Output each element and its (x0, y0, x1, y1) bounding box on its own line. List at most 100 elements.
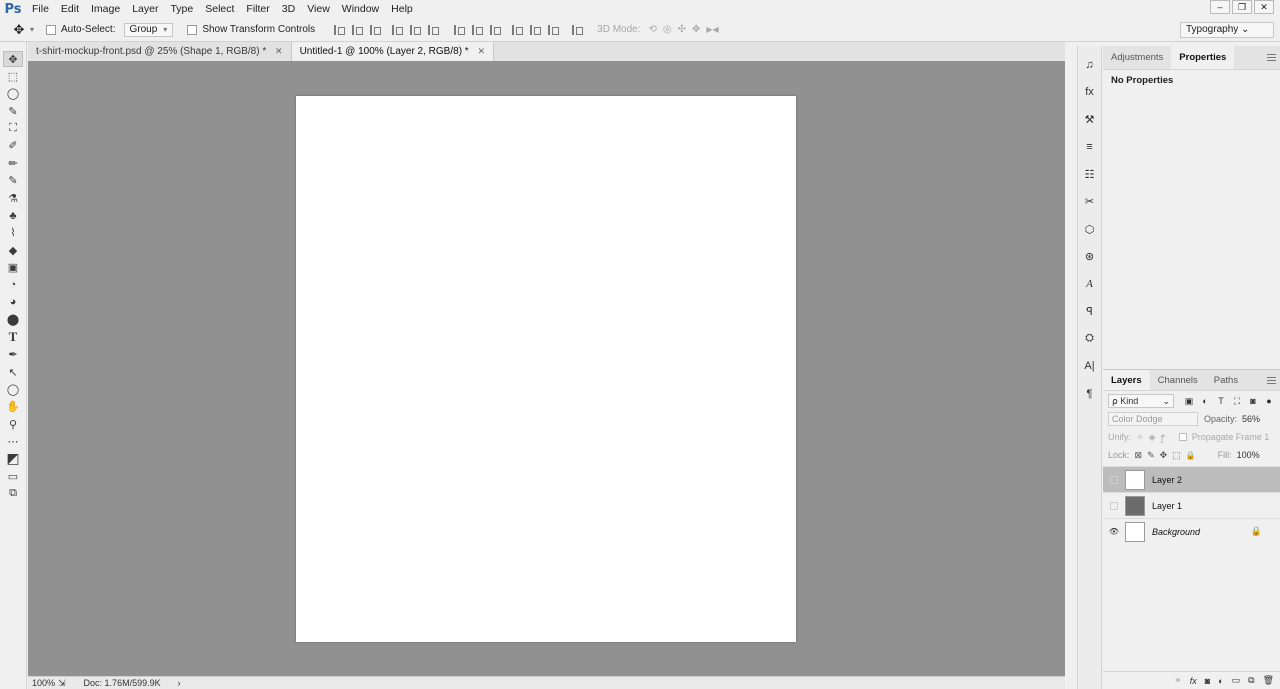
layer-row-layer-2[interactable]: Layer 2 (1103, 466, 1280, 492)
libraries-icon[interactable]: ⊛ (1080, 248, 1100, 266)
menu-layer[interactable]: Layer (126, 0, 164, 18)
hand-tool-icon[interactable]: ✋ (3, 399, 23, 415)
unify-style-icon[interactable]: ꝭ (1160, 431, 1164, 444)
pixel-filter-icon[interactable]: ▣ (1184, 396, 1194, 406)
toolbar-grip[interactable] (0, 42, 26, 50)
fill-value[interactable]: 100% (1237, 450, 1260, 460)
unify-position-icon[interactable]: ✧ (1136, 432, 1144, 443)
kind-filter-dropdown[interactable]: ⍴ Kind ⌄ (1108, 394, 1174, 408)
screen-mode-icon[interactable]: ⧉ (3, 486, 23, 502)
brush-tool-icon[interactable]: ✏ (3, 155, 23, 171)
glyphs-panel-icon[interactable]: ꟼ (1080, 303, 1100, 321)
clone-stamp-tool-icon[interactable]: ⌇ (3, 225, 23, 241)
new-adjustment-layer-icon[interactable]: ◐ (1218, 676, 1223, 686)
3d-slide-icon[interactable]: ✥ (692, 24, 700, 35)
3d-roll-icon[interactable]: ◎ (663, 24, 672, 35)
history-panel-icon[interactable]: ♫ (1080, 56, 1100, 74)
menu-filter[interactable]: Filter (240, 0, 275, 18)
restore-button[interactable]: ❐ (1232, 0, 1252, 14)
3d-scale-icon[interactable]: ▶◀ (706, 25, 718, 34)
character-panel-icon[interactable]: A (1080, 275, 1100, 293)
menu-window[interactable]: Window (336, 0, 385, 18)
status-menu-arrow[interactable]: › (178, 678, 181, 688)
menu-image[interactable]: Image (85, 0, 126, 18)
eyedropper-tool-icon[interactable]: ✐ (3, 138, 23, 154)
distribute-left-icon[interactable] (509, 23, 524, 37)
move-tool-icon[interactable]: ✥ (3, 51, 23, 67)
menu-file[interactable]: File (26, 0, 55, 18)
workspace-switcher[interactable]: Typography ⌄ (1180, 22, 1274, 38)
sponge-tool-icon[interactable]: ⬤ (3, 312, 23, 328)
distribute-right-icon[interactable] (545, 23, 560, 37)
layer-row-background[interactable]: 👁 Background 🔒 (1103, 518, 1280, 544)
type-tool-icon[interactable]: T (3, 329, 23, 345)
menu-edit[interactable]: Edit (55, 0, 85, 18)
marquee-tool-icon[interactable]: ⬚ (3, 68, 23, 84)
quick-mask-icon[interactable]: ▭ (3, 468, 23, 484)
opacity-value[interactable]: 56% (1242, 414, 1260, 424)
history-brush-tool-icon[interactable]: ♣ (3, 208, 23, 224)
blend-mode-dropdown[interactable]: Color Dodge (1108, 412, 1198, 426)
eraser-tool-icon[interactable]: ◆ (3, 242, 23, 258)
menu-3d[interactable]: 3D (276, 0, 301, 18)
dodge-tool-icon[interactable]: ◕ (3, 294, 23, 310)
lock-all-icon[interactable]: 🔒 (1186, 451, 1196, 460)
more-tools-icon[interactable]: ⋯ (3, 434, 23, 450)
close-icon[interactable]: ✕ (275, 46, 283, 56)
paragraph-panel-icon[interactable]: ¶ (1080, 385, 1100, 403)
menu-select[interactable]: Select (199, 0, 240, 18)
tab-layers[interactable]: Layers (1103, 370, 1150, 390)
visibility-toggle[interactable] (1103, 493, 1125, 519)
lock-position-icon[interactable]: ✥ (1160, 450, 1168, 461)
shape-filter-icon[interactable]: ⛶ (1232, 396, 1242, 406)
pencil-tool-icon[interactable]: ✎ (3, 173, 23, 189)
auto-align-icon[interactable] (569, 23, 584, 37)
minimize-button[interactable]: – (1210, 0, 1230, 14)
tab-adjustments[interactable]: Adjustments (1103, 46, 1171, 69)
smart-object-filter-icon[interactable]: ◙ (1248, 396, 1258, 406)
lock-image-icon[interactable]: ✎ (1147, 450, 1155, 461)
tab-channels[interactable]: Channels (1150, 370, 1206, 390)
distribute-hcenter-icon[interactable] (527, 23, 542, 37)
delete-layer-icon[interactable]: 🗑 (1263, 675, 1274, 686)
type-filter-icon[interactable]: T (1216, 396, 1226, 406)
unify-visibility-icon[interactable]: ◈ (1149, 432, 1156, 443)
move-tool-preset-dropdown-icon[interactable]: ▾ (30, 25, 34, 34)
adjustment-filter-icon[interactable]: ◐ (1200, 396, 1210, 406)
align-top-icon[interactable] (331, 23, 346, 37)
auto-select-checkbox[interactable] (46, 24, 57, 35)
align-left-icon[interactable] (389, 23, 404, 37)
blur-tool-icon[interactable]: ◔ (3, 277, 23, 293)
link-layers-icon[interactable]: ⚭ (1174, 675, 1182, 686)
brush-settings-icon[interactable]: ✂ (1080, 193, 1100, 211)
menu-type[interactable]: Type (164, 0, 199, 18)
move-tool-preset-icon[interactable]: ✥ (8, 22, 30, 38)
layer-style-icon[interactable]: fx (1190, 676, 1197, 686)
visibility-toggle[interactable]: 👁 (1103, 519, 1125, 545)
pen-tool-icon[interactable]: ✒ (3, 347, 23, 363)
zoom-tool-icon[interactable]: ⚲ (3, 416, 23, 432)
lasso-tool-icon[interactable]: ◯ (3, 86, 23, 102)
auto-select-dropdown[interactable]: Group ▾ (123, 22, 174, 37)
path-selection-tool-icon[interactable]: ↖ (3, 364, 23, 380)
tool-presets-icon[interactable]: ⚒ (1080, 111, 1100, 129)
tab-paths[interactable]: Paths (1206, 370, 1246, 390)
styles-panel-icon[interactable]: fx (1080, 83, 1100, 101)
close-window-button[interactable]: ✕ (1254, 0, 1274, 14)
document-canvas[interactable] (296, 96, 796, 642)
export-icon[interactable]: ⇲ (58, 678, 66, 689)
add-mask-icon[interactable]: ◙ (1205, 676, 1210, 686)
quick-selection-tool-icon[interactable]: ✎ (3, 103, 23, 119)
new-group-icon[interactable]: ▭ (1232, 675, 1241, 686)
layer-row-layer-1[interactable]: Layer 1 (1103, 492, 1280, 518)
filter-toggle-icon[interactable]: ● (1264, 396, 1274, 406)
lock-transparent-icon[interactable]: ⊠ (1135, 450, 1143, 461)
align-right-icon[interactable] (425, 23, 440, 37)
character-styles-icon[interactable]: A| (1080, 357, 1100, 375)
tab-properties[interactable]: Properties (1171, 46, 1235, 69)
spot-healing-tool-icon[interactable]: ⚗ (3, 190, 23, 206)
tab-tshirt-mockup[interactable]: t-shirt-mockup-front.psd @ 25% (Shape 1,… (28, 42, 292, 61)
menu-view[interactable]: View (301, 0, 336, 18)
menu-help[interactable]: Help (385, 0, 419, 18)
foreground-background-colors-icon[interactable]: ◩ (3, 450, 23, 467)
